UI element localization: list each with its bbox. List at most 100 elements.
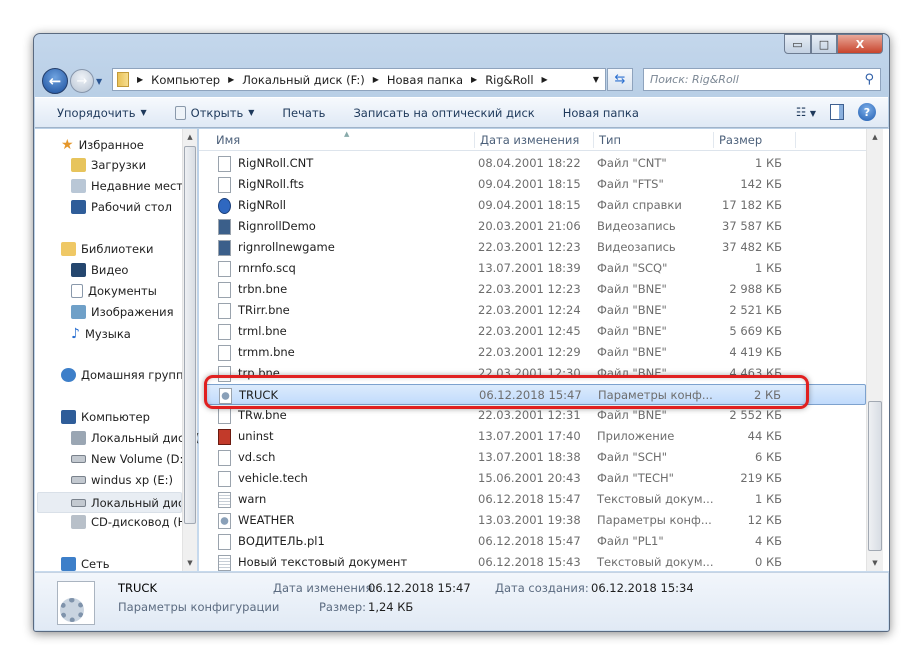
- file-name: vd.sch: [238, 450, 276, 464]
- address-dropdown[interactable]: ▼: [593, 75, 599, 84]
- column-date[interactable]: Дата изменения: [474, 132, 579, 148]
- help-button[interactable]: ?: [858, 103, 876, 121]
- history-dropdown[interactable]: ▼: [96, 77, 102, 86]
- file-name: RignrollDemo: [238, 219, 316, 233]
- network-icon: [61, 557, 76, 571]
- file-list: Имя ▲ Дата изменения Тип Размер RigNRoll…: [199, 129, 889, 571]
- file-date: 09.04.2001 18:15: [478, 177, 581, 191]
- file-size: 2 КБ: [753, 388, 781, 402]
- burn-button[interactable]: Записать на оптический диск: [353, 106, 534, 120]
- file-row[interactable]: Новый текстовый документ 06.12.2018 15:4…: [205, 552, 866, 573]
- file-file-icon: [218, 177, 231, 193]
- file-name: ВОДИТЕЛЬ.pl1: [238, 534, 325, 548]
- file-row[interactable]: ВОДИТЕЛЬ.pl1 06.12.2018 15:47 Файл "PL1"…: [205, 531, 866, 552]
- file-row[interactable]: vehicle.tech 15.06.2001 20:43 Файл "TECH…: [205, 468, 866, 489]
- close-button[interactable]: X: [837, 34, 883, 54]
- file-row[interactable]: RigNRoll.fts 09.04.2001 18:15 Файл "FTS"…: [205, 174, 866, 195]
- file-name: trbn.bne: [238, 282, 288, 296]
- maximize-button[interactable]: □: [811, 34, 837, 54]
- command-bar: Упорядочить ▼ Открыть ▼ Печать Записать на…: [35, 97, 888, 128]
- navigation-pane: ★ Избранное Загрузки Недавние места Рабоч…: [35, 129, 201, 571]
- nav-pictures[interactable]: Изображения: [71, 305, 174, 319]
- file-date: 22.03.2001 12:31: [478, 408, 581, 422]
- print-button[interactable]: Печать: [282, 106, 325, 120]
- nav-homegroup[interactable]: Домашняя группа: [61, 368, 201, 382]
- column-size[interactable]: Размер: [713, 132, 762, 148]
- file-type: Файл "PL1": [597, 534, 664, 548]
- preview-pane-button[interactable]: [830, 104, 844, 120]
- file-size: 6 КБ: [754, 450, 782, 464]
- file-row[interactable]: RignrollDemo 20.03.2001 21:06 Видеозапис…: [205, 216, 866, 237]
- file-row[interactable]: warn 06.12.2018 15:47 Текстовый докум...…: [205, 489, 866, 510]
- minimize-button[interactable]: ▭: [784, 34, 811, 54]
- nav-scrollbar[interactable]: ▲ ▼: [182, 129, 197, 571]
- drive-icon: [71, 476, 86, 484]
- open-button[interactable]: Открыть ▼: [174, 105, 254, 120]
- file-type: Файл "CNT": [597, 156, 667, 170]
- file-row[interactable]: trbn.bne 22.03.2001 12:23 Файл "BNE" 2 9…: [205, 279, 866, 300]
- file-row[interactable]: TRirr.bne 22.03.2001 12:24 Файл "BNE" 2 …: [205, 300, 866, 321]
- details-size: 1,24 КБ: [368, 600, 414, 614]
- file-row[interactable]: uninst 13.07.2001 17:40 Приложение 44 КБ: [205, 426, 866, 447]
- file-file-icon: [218, 282, 231, 298]
- nav-scrollbar-thumb[interactable]: [184, 146, 196, 524]
- file-name: TRirr.bne: [238, 303, 290, 317]
- file-type: Файл "SCQ": [597, 261, 668, 275]
- file-row[interactable]: rignrollnewgame 22.03.2001 12:23 Видеоза…: [205, 237, 866, 258]
- file-name: vehicle.tech: [238, 471, 308, 485]
- file-name: rnrnfo.scq: [238, 261, 296, 275]
- nav-documents[interactable]: Документы: [71, 284, 157, 298]
- file-row[interactable]: rnrnfo.scq 13.07.2001 18:39 Файл "SCQ" 1…: [205, 258, 866, 279]
- file-size: 5 669 КБ: [729, 324, 782, 338]
- nav-drive-f[interactable]: Локальный диск (F:): [37, 492, 182, 513]
- file-row[interactable]: trml.bne 22.03.2001 12:45 Файл "BNE" 5 6…: [205, 321, 866, 342]
- new-folder-button[interactable]: Новая папка: [563, 106, 639, 120]
- nav-network[interactable]: Сеть: [61, 557, 110, 571]
- column-name[interactable]: Имя: [211, 132, 240, 148]
- file-row[interactable]: RigNRoll 09.04.2001 18:15 Файл справки 1…: [205, 195, 866, 216]
- file-row[interactable]: WEATHER 13.03.2001 19:38 Параметры конф.…: [205, 510, 866, 531]
- view-options-button[interactable]: ☷ ▼: [796, 105, 816, 119]
- forward-button[interactable]: →: [70, 69, 94, 93]
- sort-ascending-icon: ▲: [344, 130, 350, 138]
- config-file-icon: [218, 513, 231, 529]
- file-file-icon: [218, 303, 231, 319]
- breadcrumb-computer[interactable]: Компьютер: [151, 73, 220, 87]
- file-file-icon: [218, 408, 231, 424]
- file-date: 22.03.2001 12:23: [478, 282, 581, 296]
- organize-button[interactable]: Упорядочить ▼: [57, 106, 147, 120]
- file-date: 13.07.2001 18:39: [478, 261, 581, 275]
- system-drive-icon: [71, 431, 86, 445]
- nav-desktop[interactable]: Рабочий стол: [71, 200, 172, 214]
- back-button[interactable]: ←: [42, 68, 68, 94]
- breadcrumb-current[interactable]: Rig&Roll: [485, 73, 533, 87]
- refresh-button[interactable]: ⇆: [607, 68, 633, 91]
- file-row[interactable]: vd.sch 13.07.2001 18:38 Файл "SCH" 6 КБ: [205, 447, 866, 468]
- breadcrumb-drive[interactable]: Локальный диск (F:): [242, 73, 364, 87]
- file-row[interactable]: RigNRoll.CNT 08.04.2001 18:22 Файл "CNT"…: [205, 153, 866, 174]
- file-row[interactable]: trmm.bne 22.03.2001 12:29 Файл "BNE" 4 4…: [205, 342, 866, 363]
- breadcrumb-folder[interactable]: Новая папка: [387, 73, 463, 87]
- file-name: TRw.bne: [238, 408, 287, 422]
- file-list-scrollbar-thumb[interactable]: [868, 401, 882, 551]
- file-name: Новый текстовый документ: [238, 555, 408, 569]
- nav-libraries[interactable]: Библиотеки: [61, 242, 154, 256]
- nav-downloads[interactable]: Загрузки: [71, 158, 146, 172]
- config-file-icon: [57, 581, 95, 625]
- file-row[interactable]: trp.bne 22.03.2001 12:30 Файл "BNE" 4 46…: [205, 363, 866, 384]
- nav-music[interactable]: ♪ Музыка: [71, 326, 131, 342]
- file-list-scrollbar[interactable]: ▲ ▼: [866, 129, 883, 571]
- file-row[interactable]: TRw.bne 22.03.2001 12:31 Файл "BNE" 2 55…: [205, 405, 866, 426]
- nav-video[interactable]: Видео: [71, 263, 128, 277]
- column-type[interactable]: Тип: [593, 132, 621, 148]
- music-icon: ♪: [71, 326, 80, 342]
- nav-favorites[interactable]: ★ Избранное: [61, 137, 144, 153]
- search-input[interactable]: Поиск: Rig&Roll ⚲: [643, 68, 881, 91]
- downloads-icon: [71, 158, 86, 172]
- file-row[interactable]: TRUCK 06.12.2018 15:47 Параметры конф...…: [205, 384, 866, 405]
- address-bar[interactable]: ▶ Компьютер ▶ Локальный диск (F:) ▶ Новая п…: [112, 68, 606, 91]
- nav-computer[interactable]: Компьютер: [61, 410, 150, 424]
- file-type: Видеозапись: [597, 240, 676, 254]
- nav-recent[interactable]: Недавние места: [71, 179, 190, 193]
- file-date: 06.12.2018 15:47: [478, 534, 581, 548]
